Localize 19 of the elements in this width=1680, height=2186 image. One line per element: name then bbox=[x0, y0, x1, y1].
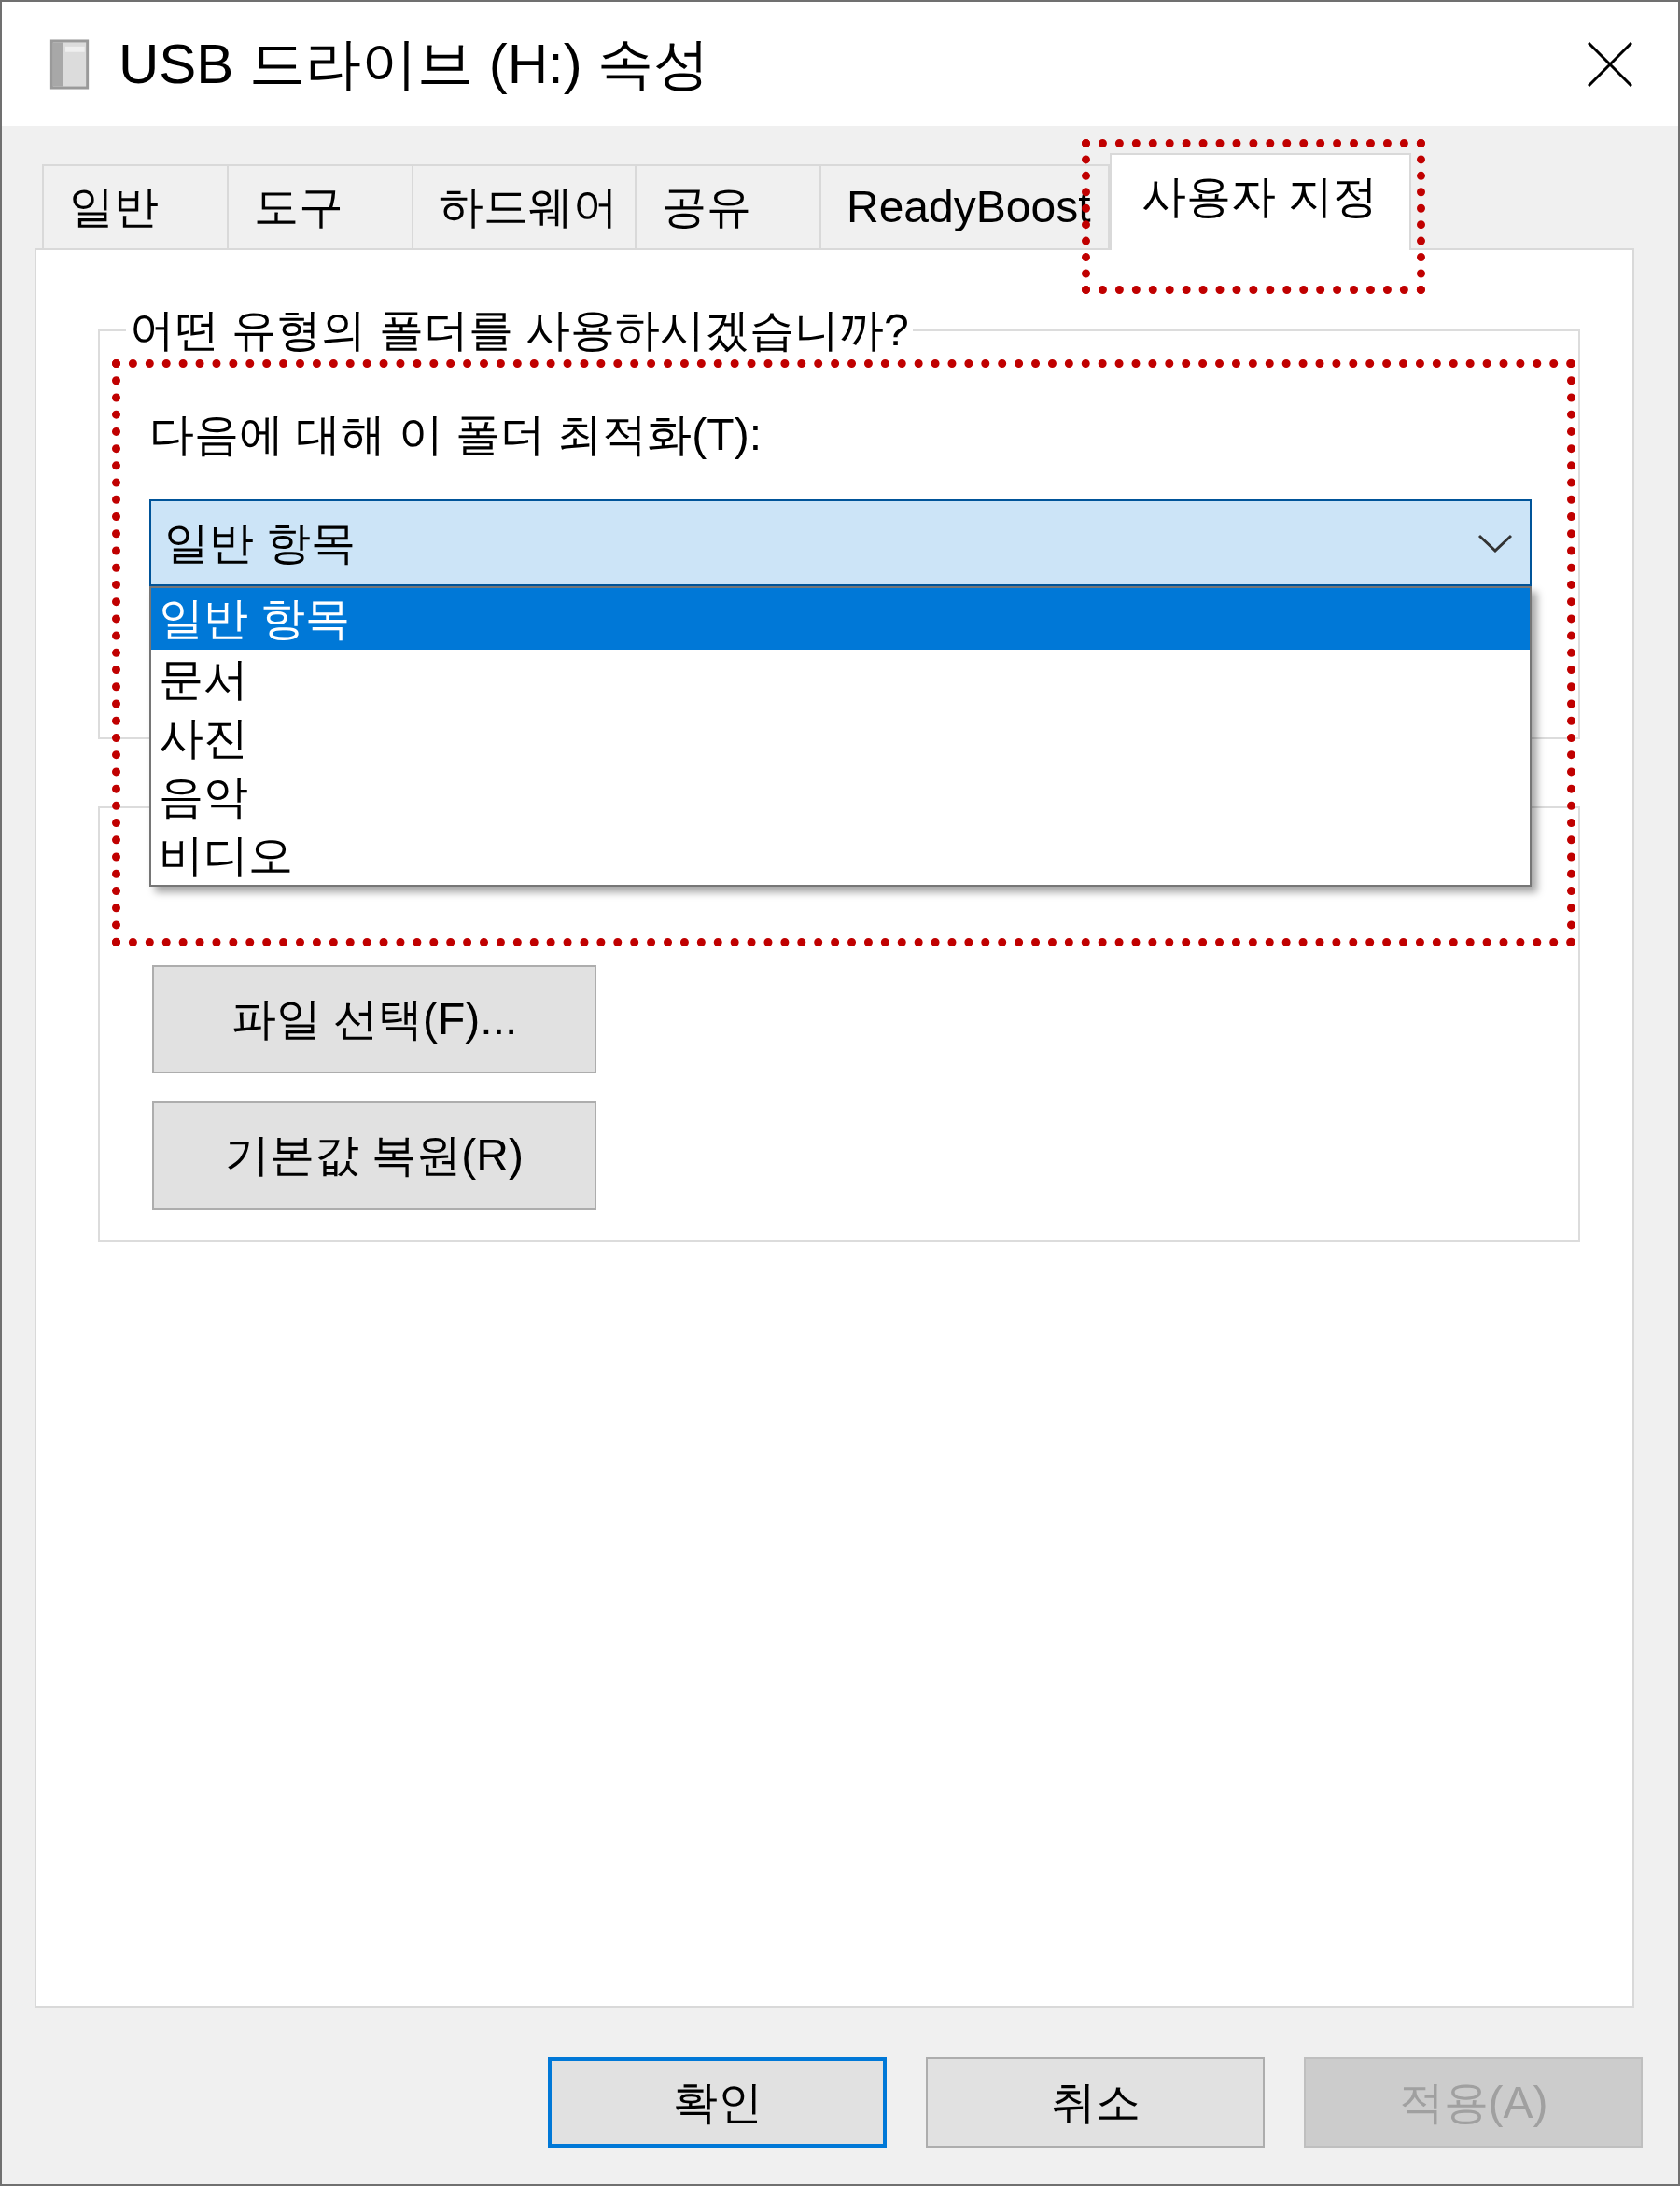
dropdown-option[interactable]: 일반 항목 bbox=[151, 588, 1530, 650]
tab[interactable]: 사용자 지정 bbox=[1109, 153, 1411, 250]
tab[interactable]: ReadyBoost bbox=[819, 164, 1110, 248]
ok-button[interactable]: 확인 bbox=[548, 2057, 887, 2148]
drive-icon bbox=[49, 37, 91, 91]
dropdown-option[interactable]: 문서 bbox=[151, 650, 1530, 708]
tab[interactable]: 일반 bbox=[42, 164, 229, 248]
field-label: 다음에 대해 이 폴더 최적화(T): bbox=[149, 409, 763, 461]
chevron-icon bbox=[1477, 533, 1513, 553]
cancel-button[interactable]: 취소 bbox=[926, 2057, 1265, 2148]
dropdown-option[interactable]: 음악 bbox=[151, 767, 1530, 826]
restore-default-button[interactable]: 기본값 복원(R) bbox=[152, 1101, 596, 1210]
window-title: USB 드라이브 (H:) 속성 bbox=[119, 31, 710, 97]
group-label: 어떤 유형의 폴더를 사용하시겠습니까? bbox=[129, 304, 910, 357]
dropdown-option[interactable]: 사진 bbox=[151, 708, 1530, 767]
folder-type-dropdown[interactable]: 일반 항목 bbox=[149, 499, 1532, 586]
choose-file-button[interactable]: 파일 선택(F)... bbox=[152, 965, 596, 1073]
close-icon bbox=[1588, 41, 1632, 87]
dropdown-option[interactable]: 비디오 bbox=[151, 826, 1530, 885]
